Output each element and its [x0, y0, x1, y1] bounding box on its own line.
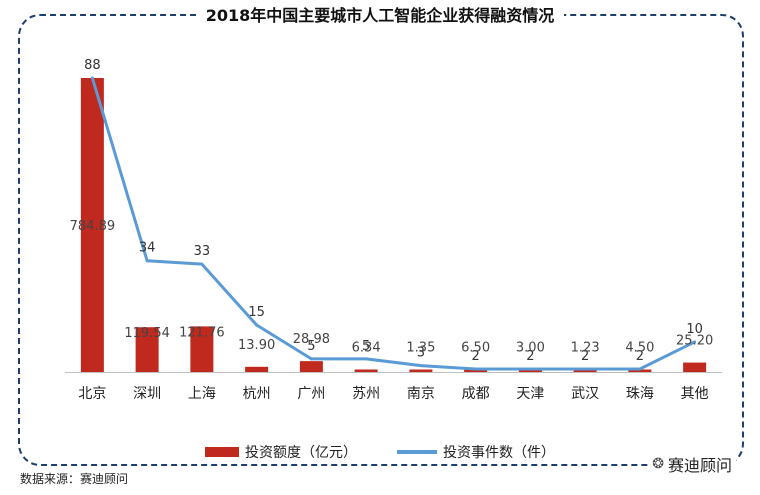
bar-label-武汉: 1.23 [571, 341, 600, 356]
line-point-上海 [200, 262, 204, 266]
bar-label-天津: 3.00 [516, 341, 545, 356]
legend-item-line: 投资事件数（件） [395, 442, 557, 462]
x-tick-label-南京: 南京 [407, 386, 435, 402]
bar-南京 [409, 369, 433, 372]
bar-label-深圳: 119.54 [124, 326, 170, 341]
bar-广州 [299, 361, 323, 372]
x-tick-label-广州: 广州 [297, 386, 325, 402]
bar-label-上海: 121.76 [179, 325, 225, 340]
line-label-深圳: 34 [139, 241, 156, 256]
wechat-icon: ❂ [652, 456, 664, 472]
legend-swatch-line [397, 450, 437, 454]
x-tick-label-天津: 天津 [516, 386, 544, 402]
line-point-杭州 [255, 323, 259, 327]
line-point-武汉 [583, 367, 587, 371]
legend-item-bar: 投资额度（亿元） [203, 442, 359, 462]
legend-label-bar: 投资额度（亿元） [245, 445, 357, 461]
x-tick-label-其他: 其他 [681, 386, 709, 402]
legend-swatch-bar [205, 447, 239, 457]
bar-其他 [683, 362, 707, 372]
line-label-北京: 88 [84, 58, 101, 73]
brand-mark: ❂ 赛迪顾问 [648, 452, 736, 476]
bar-label-南京: 1.35 [406, 341, 435, 356]
x-tick-label-武汉: 武汉 [571, 386, 599, 402]
legend-label-line: 投资事件数（件） [443, 445, 555, 461]
x-tick-label-苏州: 苏州 [352, 386, 380, 402]
line-point-深圳 [145, 259, 149, 263]
x-tick-label-深圳: 深圳 [133, 386, 161, 402]
bar-label-杭州: 13.90 [238, 338, 275, 353]
bar-label-苏州: 6.34 [352, 341, 381, 356]
x-tick-label-杭州: 杭州 [243, 386, 271, 402]
line-point-南京 [419, 364, 423, 368]
bar-苏州 [354, 369, 378, 372]
x-tick-label-成都: 成都 [462, 386, 490, 402]
bar-label-其他: 25.20 [676, 334, 713, 349]
bar-label-珠海: 4.50 [625, 341, 654, 356]
line-label-杭州: 15 [248, 305, 265, 320]
brand-name: 赛迪顾问 [667, 456, 732, 475]
bar-label-成都: 6.50 [461, 341, 490, 356]
line-point-北京 [90, 76, 94, 80]
line-point-天津 [528, 367, 532, 371]
chart-plot: 8834 33155 5 3 2 2 2 210784.89119.54 121.7613.90… [65, 58, 722, 402]
x-tick-label-上海: 上海 [188, 386, 216, 402]
x-tick-label-珠海: 珠海 [626, 386, 654, 402]
x-tick-label-北京: 北京 [78, 386, 106, 402]
line-label-上海: 33 [194, 244, 211, 259]
line-point-广州 [309, 357, 313, 361]
line-point-苏州 [364, 357, 368, 361]
line-point-珠海 [638, 367, 642, 371]
line-point-成都 [474, 367, 478, 371]
bar-杭州 [245, 366, 269, 372]
legend: 投资额度（亿元） 投资事件数（件） [0, 442, 760, 462]
bar-label-广州: 28.98 [293, 332, 330, 347]
data-source-note: 数据来源：赛迪顾问 [20, 472, 129, 486]
bar-label-北京: 784.89 [70, 219, 116, 234]
